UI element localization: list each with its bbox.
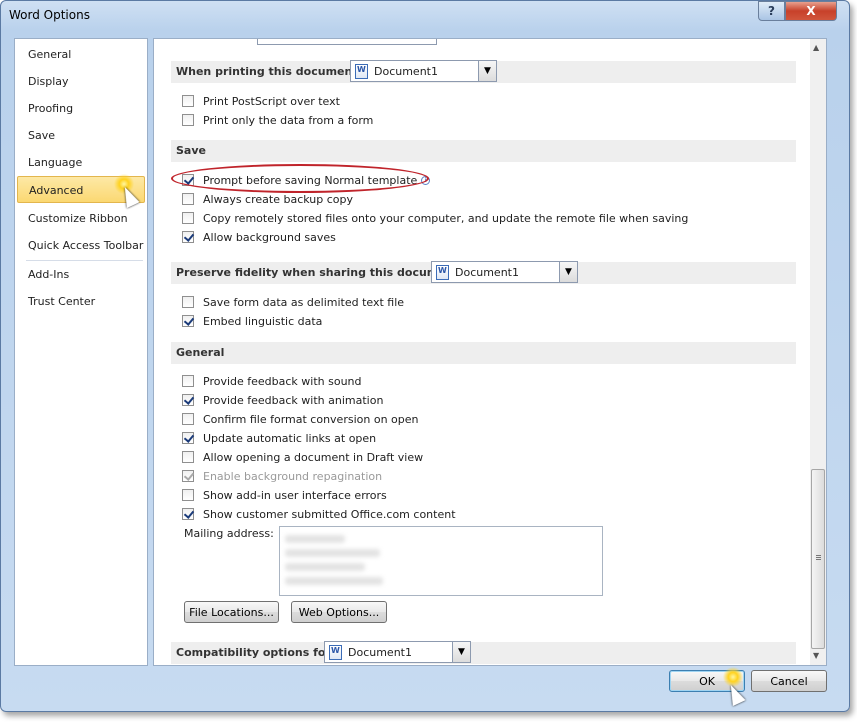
- checkbox[interactable]: [182, 231, 194, 243]
- sidebar-item-language[interactable]: Language: [17, 149, 145, 176]
- checkbox[interactable]: [182, 394, 194, 406]
- sidebar-item-quick-access-toolbar[interactable]: Quick Access Toolbar: [17, 232, 145, 259]
- help-button[interactable]: ?: [758, 1, 785, 21]
- save-section-header: Save: [171, 140, 796, 162]
- option-label: Show customer submitted Office.com conte…: [203, 507, 456, 521]
- sidebar-item-add-ins[interactable]: Add-Ins: [17, 261, 145, 288]
- compatibility-document-select[interactable]: Document1 ▼: [324, 641, 471, 663]
- close-button[interactable]: X: [785, 1, 837, 21]
- checkbox[interactable]: [182, 413, 194, 425]
- checkbox[interactable]: [182, 114, 194, 126]
- grip-line: [816, 559, 821, 560]
- sidebar-item-general[interactable]: General: [17, 41, 145, 68]
- printing-section-title: When printing this document:: [176, 65, 362, 78]
- option-draft-view[interactable]: Allow opening a document in Draft view: [182, 449, 423, 465]
- option-label: Provide feedback with animation: [203, 393, 384, 407]
- option-background-repagination: Enable background repagination: [182, 468, 382, 484]
- compatibility-section-title: Compatibility options for:: [176, 646, 336, 659]
- option-label: Embed linguistic data: [203, 314, 323, 328]
- option-addin-errors[interactable]: Show add-in user interface errors: [182, 487, 387, 503]
- checkbox[interactable]: [182, 508, 194, 520]
- option-feedback-sound[interactable]: Provide feedback with sound: [182, 373, 362, 389]
- sidebar-item-customize-ribbon[interactable]: Customize Ribbon: [17, 205, 145, 232]
- option-save-form-data[interactable]: Save form data as delimited text file: [182, 294, 404, 310]
- save-section-title: Save: [176, 144, 206, 157]
- option-print-form-data[interactable]: Print only the data from a form: [182, 112, 373, 128]
- general-section-header: General: [171, 342, 796, 364]
- option-label: Confirm file format conversion on open: [203, 412, 419, 426]
- chevron-down-icon[interactable]: ▼: [478, 61, 496, 81]
- option-office-content[interactable]: Show customer submitted Office.com conte…: [182, 506, 456, 522]
- web-options-button[interactable]: Web Options...: [291, 601, 387, 623]
- option-update-links[interactable]: Update automatic links at open: [182, 430, 376, 446]
- redacted-text: [285, 535, 345, 543]
- file-locations-button[interactable]: File Locations...: [184, 601, 279, 623]
- compatibility-document-value: Document1: [348, 645, 412, 659]
- word-document-icon: [329, 644, 342, 660]
- sidebar-item-display[interactable]: Display: [17, 68, 145, 95]
- mailing-address-label: Mailing address:: [184, 527, 274, 540]
- advanced-options-panel: When printing this document: Document1 ▼…: [153, 38, 811, 666]
- checkbox[interactable]: [182, 296, 194, 308]
- option-label: Allow background saves: [203, 230, 336, 244]
- option-label: Always create backup copy: [203, 192, 353, 206]
- sidebar-item-save[interactable]: Save: [17, 122, 145, 149]
- redacted-text: [285, 549, 380, 557]
- option-label: Update automatic links at open: [203, 431, 377, 445]
- checkbox[interactable]: [182, 432, 194, 444]
- option-label: Enable background repagination: [203, 469, 383, 483]
- checkbox[interactable]: [182, 315, 194, 327]
- chevron-down-icon[interactable]: ▼: [452, 642, 470, 662]
- word-document-icon: [436, 264, 449, 280]
- option-print-postscript[interactable]: Print PostScript over text: [182, 93, 340, 109]
- option-label: Allow opening a document in Draft view: [203, 450, 424, 464]
- printing-document-select[interactable]: Document1 ▼: [350, 60, 497, 82]
- chevron-down-icon[interactable]: ▼: [559, 262, 577, 282]
- option-label: Show add-in user interface errors: [203, 488, 387, 502]
- scroll-up-icon[interactable]: ▲: [813, 43, 819, 52]
- option-embed-linguistic[interactable]: Embed linguistic data: [182, 313, 322, 329]
- redacted-text: [285, 577, 383, 585]
- option-background-saves[interactable]: Allow background saves: [182, 229, 336, 245]
- fidelity-section-title: Preserve fidelity when sharing this docu…: [176, 266, 464, 279]
- option-backup-copy[interactable]: Always create backup copy: [182, 191, 353, 207]
- checkbox[interactable]: [182, 193, 194, 205]
- checkbox: [182, 470, 194, 482]
- title-bar: Word Options ? X: [1, 1, 849, 31]
- checkbox[interactable]: [182, 95, 194, 107]
- mailing-address-field[interactable]: [279, 526, 603, 596]
- fidelity-document-select[interactable]: Document1 ▼: [431, 261, 578, 283]
- checkbox[interactable]: [182, 212, 194, 224]
- grip-line: [816, 555, 821, 556]
- word-document-icon: [355, 63, 368, 79]
- option-feedback-animation[interactable]: Provide feedback with animation: [182, 392, 383, 408]
- option-label: Print only the data from a form: [203, 113, 374, 127]
- window-title: Word Options: [9, 8, 90, 22]
- fidelity-document-value: Document1: [455, 265, 519, 279]
- option-label: Provide feedback with sound: [203, 374, 362, 388]
- option-copy-remote-files[interactable]: Copy remotely stored files onto your com…: [182, 210, 688, 226]
- option-label: Copy remotely stored files onto your com…: [203, 211, 689, 225]
- option-confirm-conversion[interactable]: Confirm file format conversion on open: [182, 411, 418, 427]
- option-label: Print PostScript over text: [203, 94, 340, 108]
- checkbox[interactable]: [182, 489, 194, 501]
- vertical-scrollbar[interactable]: ▲ ▼: [810, 38, 827, 666]
- checkbox[interactable]: [182, 451, 194, 463]
- scroll-down-icon[interactable]: ▼: [813, 651, 819, 660]
- partial-dropdown-top[interactable]: [257, 39, 437, 45]
- category-sidebar: General Display Proofing Save Language A…: [14, 38, 148, 666]
- cancel-button[interactable]: Cancel: [751, 670, 827, 692]
- printing-document-value: Document1: [374, 64, 438, 78]
- highlight-ellipse: [171, 164, 429, 193]
- redacted-text: [285, 563, 365, 571]
- compatibility-section-header: Compatibility options for:: [171, 642, 796, 664]
- scrollbar-thumb[interactable]: [811, 469, 825, 649]
- grip-line: [816, 557, 821, 558]
- sidebar-item-proofing[interactable]: Proofing: [17, 95, 145, 122]
- option-label: Save form data as delimited text file: [203, 295, 405, 309]
- general-section-title: General: [176, 346, 225, 359]
- sidebar-item-trust-center[interactable]: Trust Center: [17, 288, 145, 315]
- checkbox[interactable]: [182, 375, 194, 387]
